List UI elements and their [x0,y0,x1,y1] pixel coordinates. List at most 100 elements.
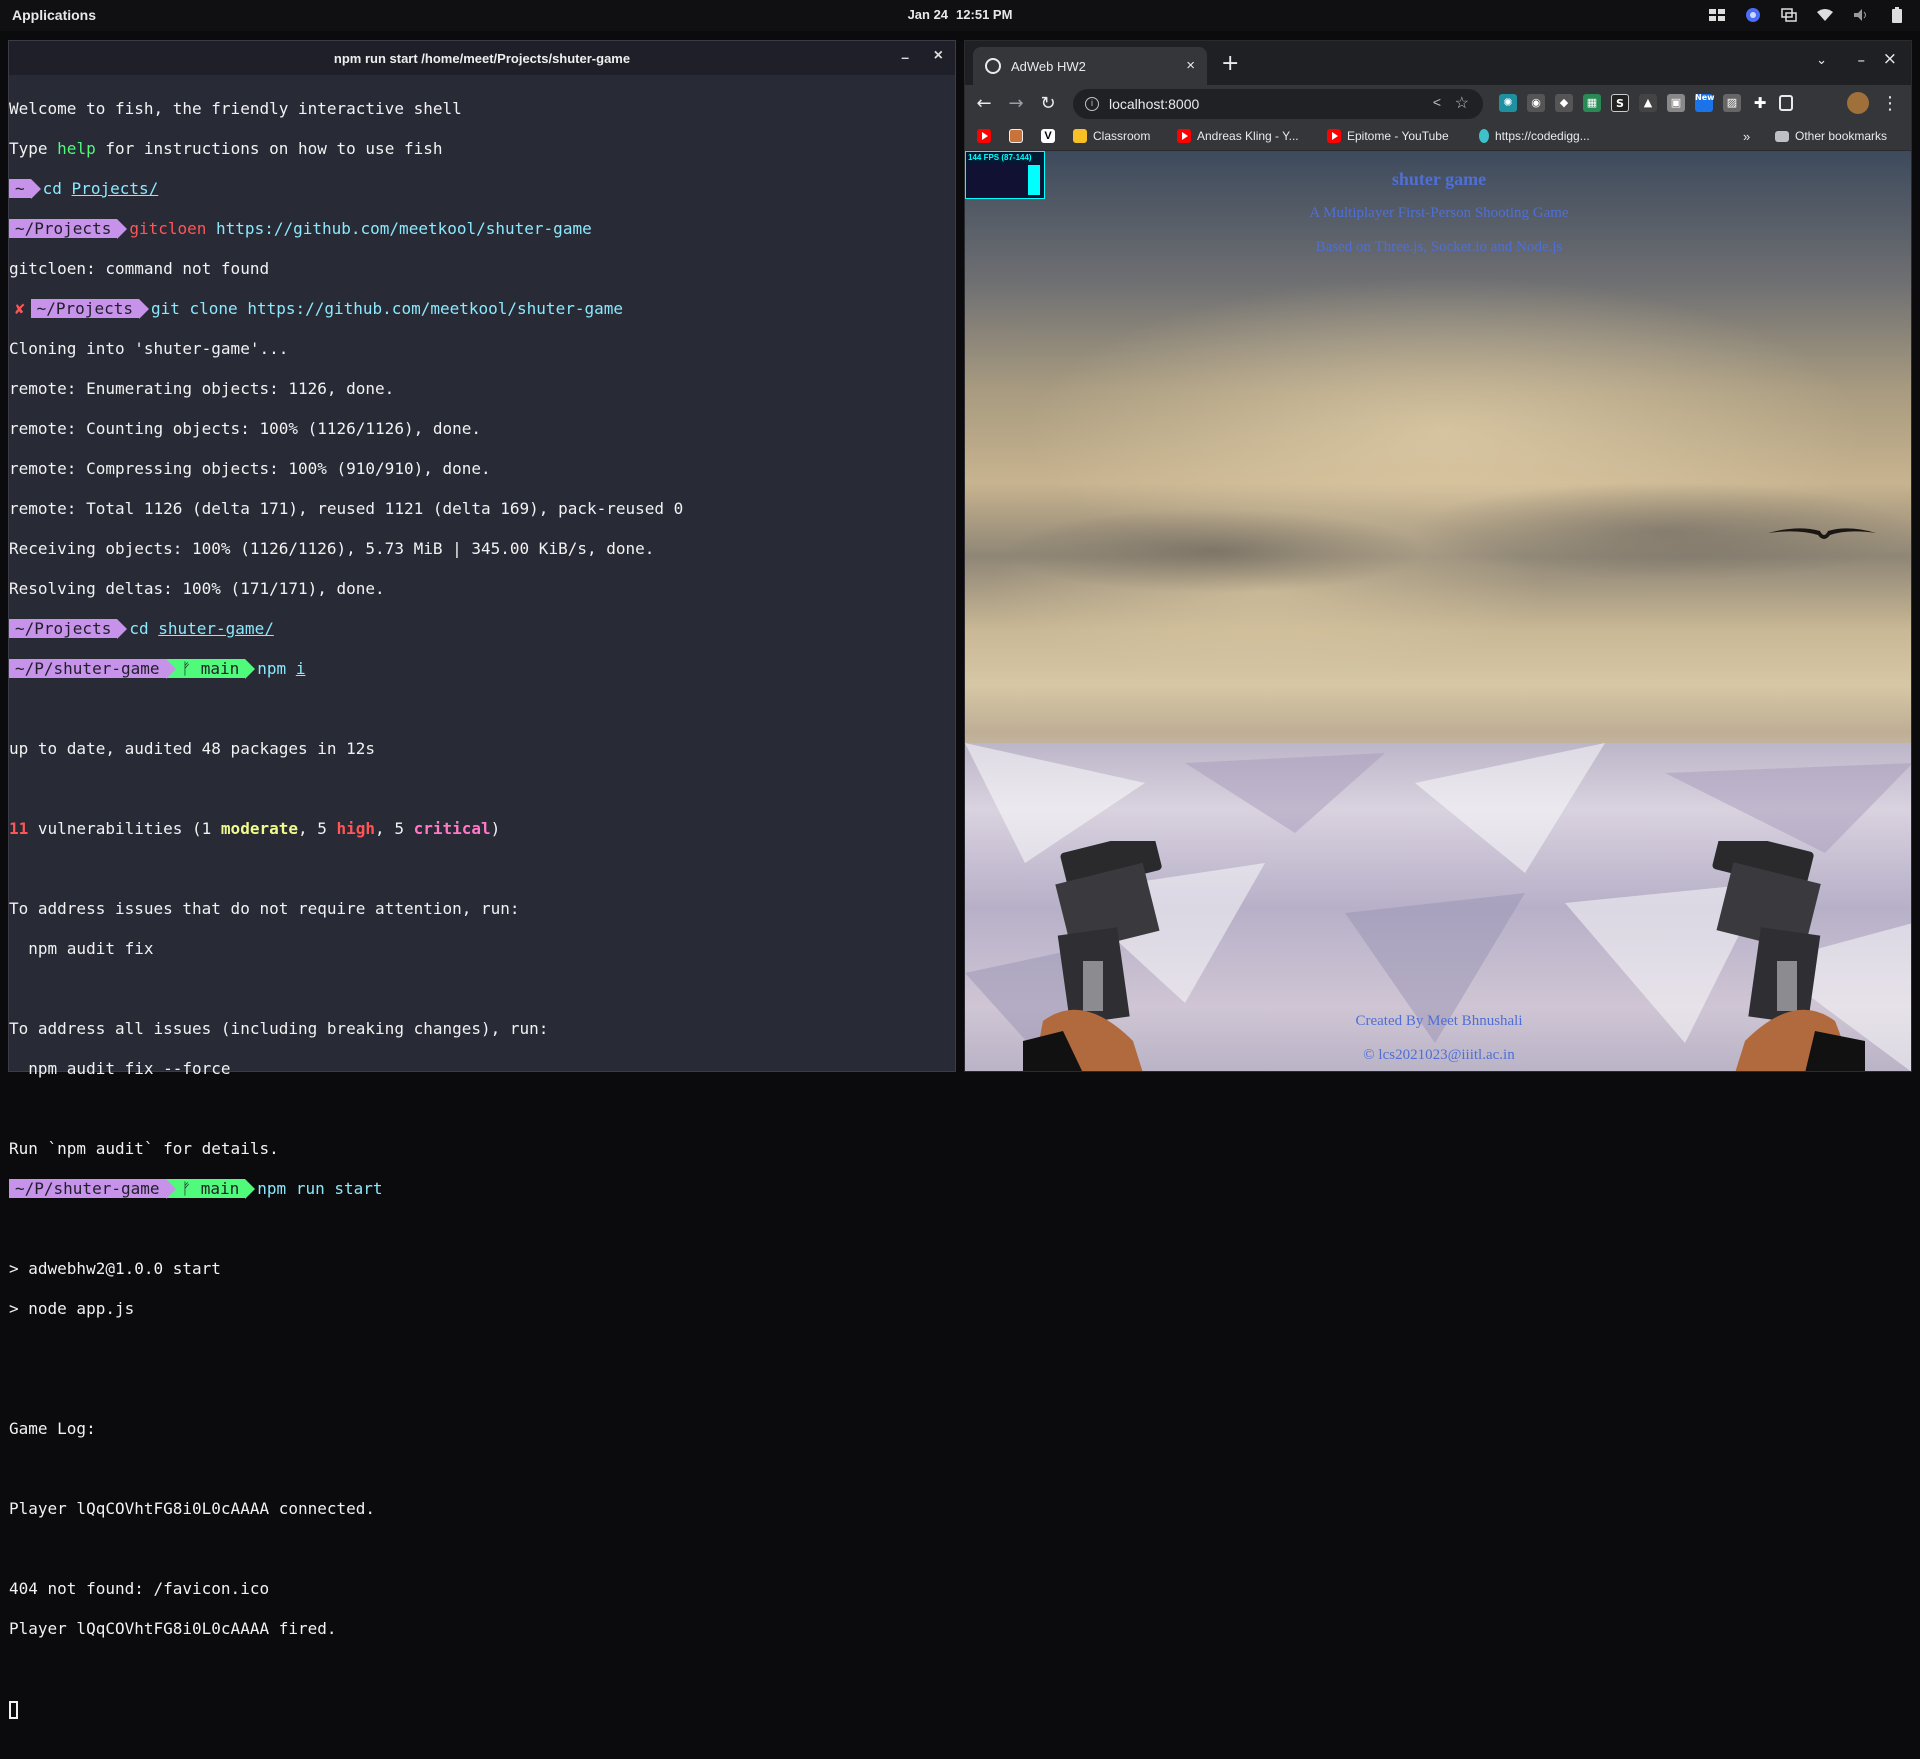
folder-icon [1775,130,1789,142]
left-pistol [1023,841,1162,1071]
prompt-dir: ~/P/shuter-game [9,659,166,678]
prompt-line: ~ cd Projects/ [9,179,955,199]
extensions-area: ✺ ◉ ◆ ▦ S ▲ ▣ New ▨ ✚ [1499,94,1793,112]
bookmark-epitome[interactable]: Epitome - YouTube [1327,129,1449,143]
terminal-line: Run `npm audit` for details. [9,1139,279,1158]
prompt-git-branch: ᚠ main [165,659,246,678]
bookmark-youtube[interactable] [977,129,997,143]
chevron-down-icon[interactable]: ⌄ [1816,53,1827,68]
game-subtitle: A Multiplayer First-Person Shooting Game [1309,205,1569,221]
youtube-icon [1327,129,1341,143]
codedigg-icon [1479,129,1489,143]
prompt-line: ~/P/shuter-game ᚠ main npm run start [9,1179,955,1199]
extension-puzzle-icon[interactable]: ◆ [1555,94,1573,112]
clock-time: 12:51 PM [956,7,1013,22]
terminal-line: 11 vulnerabilities (1 moderate, 5 high, … [9,819,501,838]
extension-brain-icon[interactable]: ✺ [1499,94,1517,112]
bookmarks-overflow[interactable]: » [1743,129,1750,144]
bookmarks-bar: V Classroom Andreas Kling - Y... Epitome… [965,123,1911,151]
globe-icon [985,58,1001,74]
browser-window[interactable]: AdWeb HW2 × + ⌄ – × ← → ↻ i localhost:80… [964,40,1912,1072]
screen-icon[interactable] [1780,6,1798,24]
minimize-icon[interactable]: – [1858,51,1866,69]
bookmark-andreas-kling[interactable]: Andreas Kling - Y... [1177,129,1299,143]
close-icon[interactable]: × [934,47,943,65]
bird [1768,528,1876,539]
chrome-icon[interactable] [1744,6,1762,24]
prompt-line: ~/P/shuter-game ᚠ main npm i [9,659,955,679]
forward-arrow-icon[interactable]: → [1005,93,1027,114]
prompt-dir: ~/P/shuter-game [9,1179,166,1198]
minimize-icon[interactable]: – [901,49,909,65]
extensions-puzzle-icon[interactable]: ✚ [1751,94,1769,112]
extension-image-icon[interactable]: ▨ [1723,94,1741,112]
clock-date: Jan 24 [907,7,949,22]
close-tab-icon[interactable]: × [1186,57,1195,74]
right-pistol [1712,841,1865,1071]
prompt-line: ✘ ~/Projects git clone https://github.com/… [9,299,955,319]
star-icon[interactable]: ☆ [1455,93,1469,113]
prompt-dir: ~/Projects [30,299,139,318]
profile-avatar[interactable] [1847,92,1869,114]
close-icon[interactable]: × [1883,49,1897,69]
wifi-icon[interactable] [1816,6,1834,24]
side-panel-icon[interactable] [1779,95,1793,111]
terminal-line: remote: Total 1126 (delta 171), reused 1… [9,499,684,518]
back-arrow-icon[interactable]: ← [973,93,995,114]
terminal-line: remote: Enumerating objects: 1126, done. [9,379,395,398]
bookmark-classroom[interactable]: Classroom [1073,129,1150,143]
terminal-line: > node app.js [9,1299,135,1318]
game-canvas[interactable]: 144 FPS (87-144) shuter game A Multiplay… [965,151,1911,1071]
clock[interactable]: Jan 24 12:51 PM [0,7,1920,22]
terminal-line: gitcloen: command not found [9,259,270,278]
bookmark-codedigg[interactable]: https://codedigg... [1479,129,1590,143]
terminal-line: Game Log: [9,1419,96,1438]
error-mark-icon: ✘ [9,299,31,318]
extension-camera-icon[interactable]: ◉ [1527,94,1545,112]
reload-icon[interactable]: ↻ [1037,93,1059,114]
terminal-title: npm run start /home/meet/Projects/shuter… [333,50,631,66]
extension-cap-icon[interactable]: ▲ [1639,94,1657,112]
info-icon[interactable]: i [1085,97,1099,111]
workspaces-icon[interactable] [1708,6,1726,24]
clouds [965,471,1911,631]
terminal-titlebar[interactable]: npm run start /home/meet/Projects/shuter… [9,41,955,75]
classroom-icon [1073,129,1087,143]
terminal-window[interactable]: npm run start /home/meet/Projects/shuter… [8,40,956,1719]
other-bookmarks[interactable]: Other bookmarks [1775,129,1887,143]
address-bar[interactable]: i localhost:8000 < ☆ [1073,89,1483,119]
prompt-line: ~/Projects cd shuter-game/ [9,619,955,639]
extension-s-icon[interactable]: S [1611,94,1629,112]
extension-contact-icon[interactable]: ▣ [1667,94,1685,112]
fps-label: 144 FPS (87-144) [968,153,1032,162]
terminal-line: Receiving objects: 100% (1126/1126), 5.7… [9,539,655,558]
prompt-line: ~/Projects gitcloen https://github.com/me… [9,219,955,239]
terminal-line: Cloning into 'shuter-game'... [9,339,289,358]
bookmark-v[interactable]: V [1041,129,1061,143]
browser-toolbar: ← → ↻ i localhost:8000 < ☆ ✺ ◉ ◆ ▦ S ▲ ▣… [965,85,1911,123]
game-tech-line: Based on Three.js, Socket.io and Node.js [1315,239,1563,255]
v-icon: V [1041,129,1055,143]
game-title: shuter game [1391,169,1487,189]
game-email: © lcs2021023@iiitl.ac.in [1363,1047,1515,1063]
tab-title: AdWeb HW2 [1011,58,1086,74]
terminal-output[interactable]: Welcome to fish, the friendly interactiv… [9,75,955,1759]
more-menu-icon[interactable]: ⋮ [1881,93,1899,114]
terminal-line: Resolving deltas: 100% (171/171), done. [9,579,385,598]
tab-adweb-hw2[interactable]: AdWeb HW2 × [973,47,1207,85]
prompt-git-branch: ᚠ main [165,1179,246,1198]
terminal-line: > adwebhw2@1.0.0 start [9,1259,221,1278]
battery-icon[interactable] [1888,6,1906,24]
terminal-cursor [9,1700,18,1719]
share-icon[interactable]: < [1433,94,1441,110]
youtube-icon [1177,129,1191,143]
terminal-line: npm audit fix --force [9,1059,231,1078]
extension-calculator-icon[interactable]: ▦ [1583,94,1601,112]
applications-menu[interactable]: Applications [12,7,96,23]
extension-new-icon[interactable]: New [1695,94,1715,112]
new-tab-button[interactable]: + [1221,51,1239,76]
prompt-dir: ~/Projects [9,219,118,238]
terminal-line: up to date, audited 48 packages in 12s [9,739,376,758]
bookmark-cc[interactable] [1009,129,1029,143]
volume-icon[interactable] [1852,6,1870,24]
